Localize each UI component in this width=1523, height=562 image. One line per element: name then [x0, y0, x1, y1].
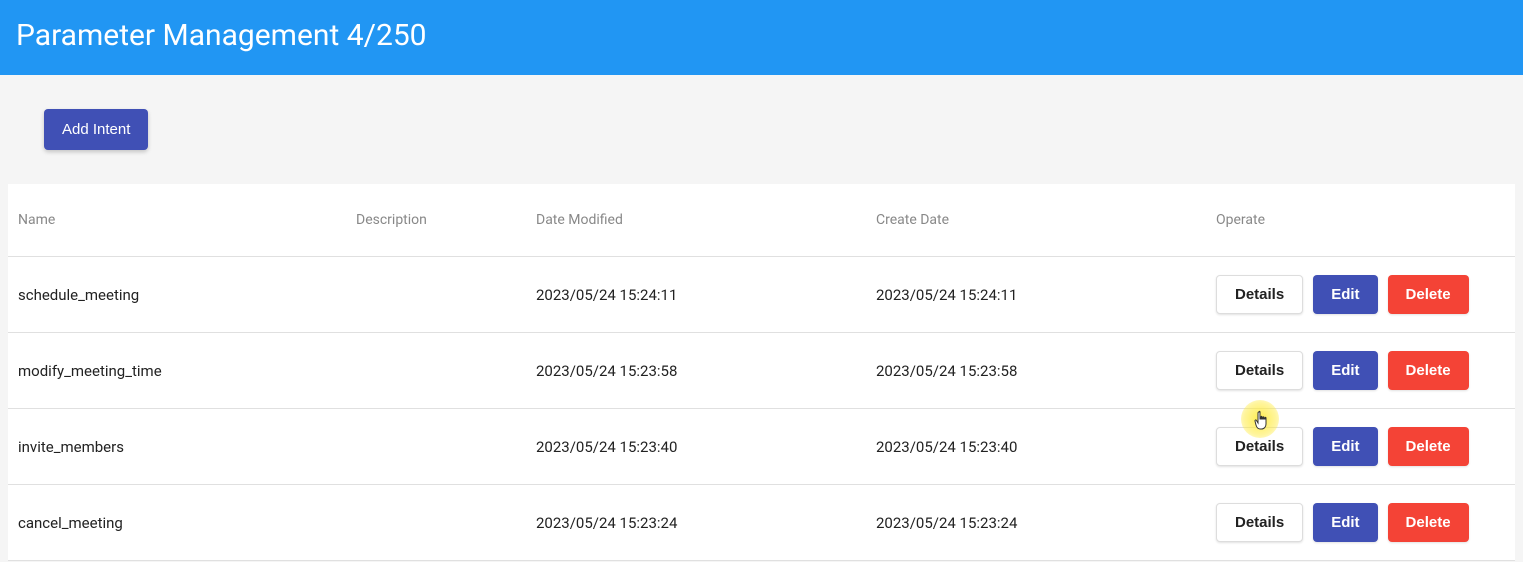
delete-button[interactable]: Delete	[1388, 503, 1469, 542]
details-button[interactable]: Details	[1216, 503, 1303, 542]
cell-description	[348, 409, 528, 485]
content-area: Add Intent Name Description Date Modifie…	[0, 75, 1523, 561]
toolbar: Add Intent	[0, 75, 1523, 184]
edit-button[interactable]: Edit	[1313, 503, 1377, 542]
cell-operate: Details Edit Delete	[1208, 333, 1515, 409]
edit-button[interactable]: Edit	[1313, 351, 1377, 390]
parameters-table: Name Description Date Modified Create Da…	[8, 184, 1515, 561]
cell-description	[348, 485, 528, 561]
cell-date-modified: 2023/05/24 15:24:11	[528, 257, 868, 333]
edit-button[interactable]: Edit	[1313, 427, 1377, 466]
delete-button[interactable]: Delete	[1388, 275, 1469, 314]
edit-button[interactable]: Edit	[1313, 275, 1377, 314]
add-intent-button[interactable]: Add Intent	[44, 109, 148, 150]
table-container: Name Description Date Modified Create Da…	[8, 184, 1515, 561]
cell-description	[348, 257, 528, 333]
column-header-description: Description	[348, 184, 528, 257]
table-row: modify_meeting_time 2023/05/24 15:23:5820…	[8, 333, 1515, 409]
details-button[interactable]: Details	[1216, 427, 1303, 466]
cell-operate: Details Edit Delete	[1208, 409, 1515, 485]
cell-date-modified: 2023/05/24 15:23:24	[528, 485, 868, 561]
details-button[interactable]: Details	[1216, 275, 1303, 314]
delete-button[interactable]: Delete	[1388, 427, 1469, 466]
operate-buttons: Details Edit Delete	[1216, 503, 1507, 542]
cell-name: schedule_meeting	[8, 257, 348, 333]
column-header-name: Name	[8, 184, 348, 257]
details-button[interactable]: Details	[1216, 351, 1303, 390]
column-header-date-modified: Date Modified	[528, 184, 868, 257]
table-row: invite_members 2023/05/24 15:23:402023/05…	[8, 409, 1515, 485]
table-header-row: Name Description Date Modified Create Da…	[8, 184, 1515, 257]
cell-name: invite_members	[8, 409, 348, 485]
table-row: cancel_meeting 2023/05/24 15:23:242023/05…	[8, 485, 1515, 561]
table-row: schedule_meeting 2023/05/24 15:24:112023/…	[8, 257, 1515, 333]
cell-create-date: 2023/05/24 15:24:11	[868, 257, 1208, 333]
operate-buttons: Details Edit Delete	[1216, 275, 1507, 314]
operate-buttons: Details Edit Delete	[1216, 351, 1507, 390]
cell-create-date: 2023/05/24 15:23:58	[868, 333, 1208, 409]
cell-create-date: 2023/05/24 15:23:24	[868, 485, 1208, 561]
cell-operate: Details Edit Delete	[1208, 257, 1515, 333]
column-header-operate: Operate	[1208, 184, 1515, 257]
column-header-create-date: Create Date	[868, 184, 1208, 257]
page-header: Parameter Management 4/250	[0, 0, 1523, 75]
cell-date-modified: 2023/05/24 15:23:40	[528, 409, 868, 485]
page-title: Parameter Management 4/250	[16, 18, 1507, 53]
cell-description	[348, 333, 528, 409]
cell-date-modified: 2023/05/24 15:23:58	[528, 333, 868, 409]
cell-name: modify_meeting_time	[8, 333, 348, 409]
operate-buttons: Details Edit Delete	[1216, 427, 1507, 466]
delete-button[interactable]: Delete	[1388, 351, 1469, 390]
cell-create-date: 2023/05/24 15:23:40	[868, 409, 1208, 485]
cell-name: cancel_meeting	[8, 485, 348, 561]
cell-operate: Details Edit Delete	[1208, 485, 1515, 561]
